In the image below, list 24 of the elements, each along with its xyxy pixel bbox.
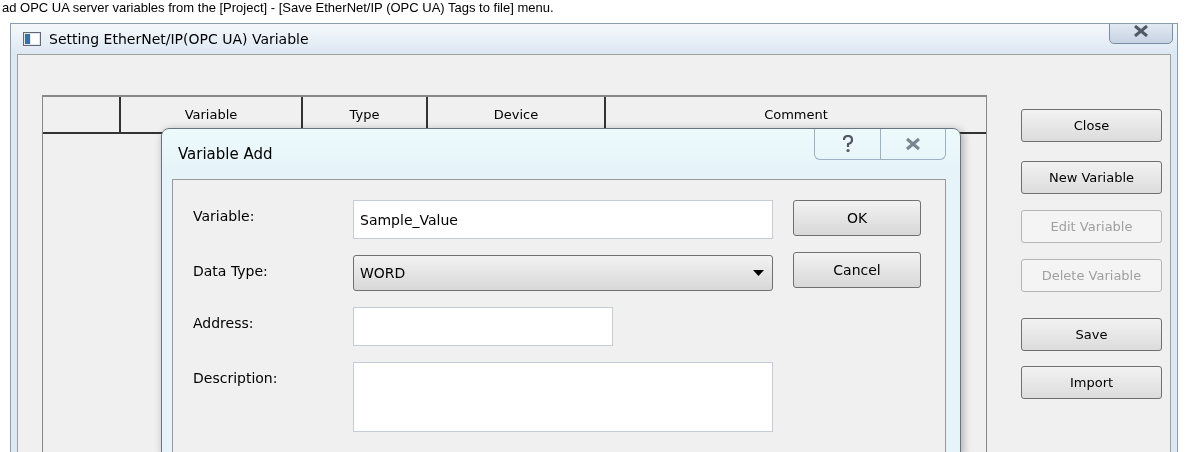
input-field[interactable]: Sample_Value	[353, 200, 773, 239]
dialog-button[interactable]: Cancel	[793, 252, 921, 288]
dialog-button[interactable]: OK	[793, 200, 921, 236]
input-field[interactable]	[353, 362, 773, 432]
field-label: Data Type:	[193, 262, 269, 281]
field-label: Address:	[193, 314, 255, 333]
action-button[interactable]: Import	[1021, 366, 1162, 399]
caption-text: ad OPC UA server variables from the [Project] - [Save EtherNet/IP (OPC UA) Tags to file] menu.	[2, 0, 554, 15]
window-app-icon	[23, 32, 41, 46]
close-button[interactable]	[1109, 24, 1173, 44]
help-icon	[841, 135, 854, 153]
dialog-title: Variable Add	[178, 143, 273, 165]
window-title: Setting EtherNet/IP(OPC UA) Variable	[49, 29, 309, 49]
action-button[interactable]: Save	[1021, 318, 1162, 351]
field-label: Variable:	[193, 207, 256, 226]
column-header: Comment	[763, 105, 829, 124]
data-type-dropdown[interactable]: WORD	[353, 255, 773, 291]
field-label: Description:	[193, 369, 279, 388]
close-icon	[1132, 25, 1150, 37]
input-field[interactable]	[353, 307, 613, 346]
dropdown-arrow-icon	[753, 270, 764, 276]
action-button[interactable]: Close	[1021, 109, 1162, 142]
close-icon	[904, 137, 922, 151]
action-button[interactable]: New Variable	[1021, 161, 1162, 194]
